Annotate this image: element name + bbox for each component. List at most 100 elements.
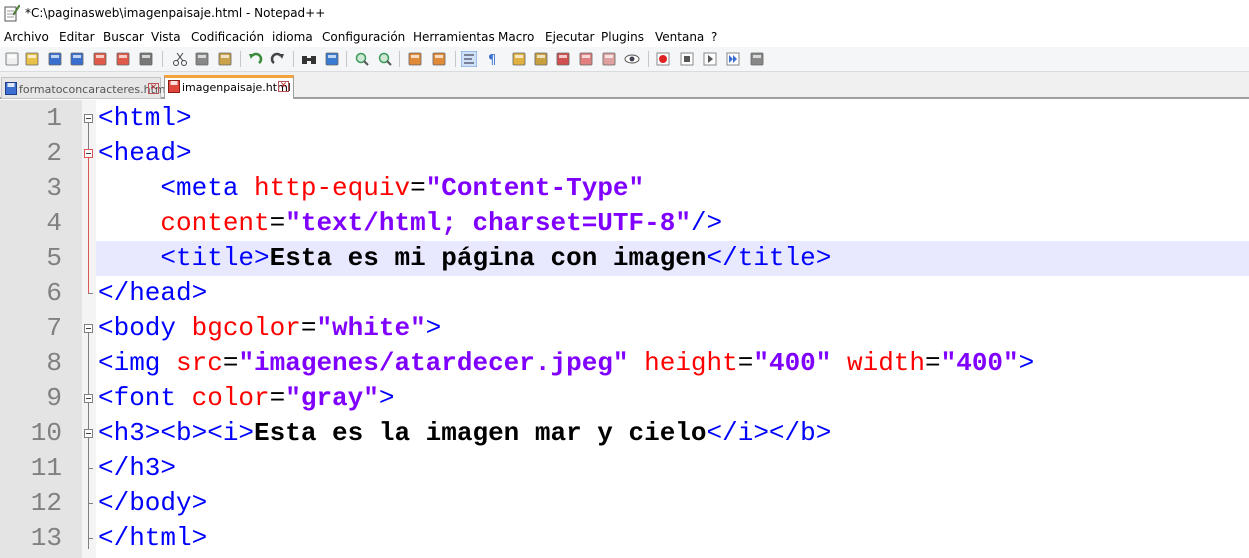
code-text[interactable]: <head> xyxy=(98,136,192,171)
menu-plugins[interactable]: Plugins xyxy=(601,30,644,44)
menu-idioma[interactable]: idioma xyxy=(272,30,313,44)
svg-text:¶: ¶ xyxy=(488,53,496,67)
sync-vertical-icon[interactable] xyxy=(407,51,423,67)
title-bar: *C:\paginasweb\imagenpaisaje.html - Note… xyxy=(0,0,1249,26)
menu-editar[interactable]: Editar xyxy=(59,30,95,44)
menu-ejecutar[interactable]: Ejecutar xyxy=(545,30,595,44)
show-all-chars-icon[interactable]: ¶ xyxy=(485,51,501,68)
code-text[interactable]: content="text/html; charset=UTF-8"/> xyxy=(98,206,722,241)
fold-toggle-icon[interactable] xyxy=(84,394,93,403)
token-eq xyxy=(629,348,645,378)
token-tag: </body> xyxy=(98,488,208,518)
window-title: *C:\paginasweb\imagenpaisaje.html - Note… xyxy=(25,6,326,20)
menu-codificación[interactable]: Codificación xyxy=(191,30,264,44)
token-attr: color xyxy=(191,383,270,413)
toolbar-separator xyxy=(162,51,163,67)
menu-herramientas[interactable]: Herramientas xyxy=(413,30,495,44)
monitor-icon[interactable] xyxy=(624,51,640,67)
menu-configuración[interactable]: Configuración xyxy=(322,30,405,44)
save-all-icon[interactable] xyxy=(69,51,85,67)
fold-toggle-icon[interactable] xyxy=(84,149,93,158)
code-text[interactable]: <font color="gray"> xyxy=(98,381,394,416)
paste-icon[interactable] xyxy=(217,51,233,67)
token-txt: Esta es mi página con imagen xyxy=(269,243,707,273)
code-text[interactable]: </head> xyxy=(98,276,207,311)
run-macro-multiple-icon[interactable] xyxy=(725,51,741,67)
document-map-icon[interactable] xyxy=(578,51,594,67)
line-number: 2 xyxy=(46,138,62,168)
save-icon[interactable] xyxy=(47,51,63,67)
token-eq: = xyxy=(269,208,286,238)
code-text[interactable]: <html> xyxy=(98,101,192,136)
token-tag: <font xyxy=(98,383,192,413)
token-tag: </i></b> xyxy=(706,418,832,448)
code-text[interactable]: <meta http-equiv="Content-Type" xyxy=(98,171,644,206)
close-all-icon[interactable] xyxy=(115,51,131,67)
save-macro-icon[interactable] xyxy=(749,51,765,67)
code-text[interactable]: <title>Esta es mi página con imagen</tit… xyxy=(98,241,831,276)
line-number: 5 xyxy=(46,243,62,273)
menu-vista[interactable]: Vista xyxy=(151,30,181,44)
function-list-icon[interactable] xyxy=(555,51,571,67)
zoom-out-icon[interactable] xyxy=(377,51,393,67)
open-file-icon[interactable] xyxy=(24,51,40,67)
code-text[interactable]: </html> xyxy=(98,521,207,556)
menu-buscar[interactable]: Buscar xyxy=(103,30,144,44)
tab-formatoconcaracteres[interactable]: formatoconcaracteres.html ✕ xyxy=(1,77,169,99)
undo-icon[interactable] xyxy=(247,51,263,67)
token-tag: <html> xyxy=(98,103,192,133)
fold-end-marker xyxy=(88,503,93,504)
folder-workspace-icon[interactable] xyxy=(601,51,617,67)
token-attr: http-equiv xyxy=(254,173,411,203)
line-number: 13 xyxy=(30,523,62,553)
token-eq: = xyxy=(737,348,754,378)
sync-horizontal-icon[interactable] xyxy=(431,51,447,67)
copy-icon[interactable] xyxy=(194,51,210,67)
print-icon[interactable] xyxy=(138,51,154,67)
code-text[interactable]: <body bgcolor="white"> xyxy=(98,311,441,346)
toolbar-separator xyxy=(399,51,400,67)
token-tag: </head> xyxy=(98,278,208,308)
redo-icon[interactable] xyxy=(270,51,286,67)
toolbar: ¶ xyxy=(0,47,1249,72)
indent-guide-icon[interactable] xyxy=(511,51,527,67)
word-wrap-icon[interactable] xyxy=(460,50,478,68)
stop-record-icon[interactable] xyxy=(679,51,695,67)
code-text[interactable]: </h3> xyxy=(98,451,176,486)
code-text[interactable]: <img src="imagenes/atardecer.jpeg" heigh… xyxy=(98,346,1034,381)
tab-imagenpaisaje[interactable]: imagenpaisaje.html ✕ xyxy=(164,75,294,99)
menu-macro[interactable]: Macro xyxy=(498,30,534,44)
menu-archivo[interactable]: Archivo xyxy=(4,30,49,44)
token-eq xyxy=(98,173,160,203)
new-file-icon[interactable] xyxy=(4,51,20,67)
line-number: 3 xyxy=(46,173,62,203)
token-str: "white" xyxy=(316,313,426,343)
close-icon[interactable] xyxy=(92,51,108,67)
replace-icon[interactable] xyxy=(324,51,340,67)
close-tab-icon[interactable]: ✕ xyxy=(278,81,289,92)
play-macro-icon[interactable] xyxy=(702,51,718,67)
menu-help[interactable]: ? xyxy=(711,30,717,44)
cut-icon[interactable] xyxy=(172,51,188,67)
fold-toggle-icon[interactable] xyxy=(84,429,93,438)
code-editor[interactable]: 1 <html> 2 <head> 3 <meta http-equiv="Conten… xyxy=(0,100,1249,558)
token-txt: Esta es la imagen mar y cielo xyxy=(254,418,707,448)
zoom-in-icon[interactable] xyxy=(354,51,370,67)
notepad-plus-plus-icon xyxy=(4,4,20,22)
record-macro-icon[interactable] xyxy=(655,51,671,67)
fold-end-marker xyxy=(88,293,93,294)
fold-toggle-icon[interactable] xyxy=(84,324,93,333)
token-str: "imagenes/atardecer.jpeg" xyxy=(238,348,629,378)
code-text[interactable]: </body> xyxy=(98,486,207,521)
code-text[interactable]: <h3><b><i>Esta es la imagen mar y cielo<… xyxy=(98,416,831,451)
fold-toggle-icon[interactable] xyxy=(84,114,93,123)
token-tag: <meta xyxy=(160,173,255,203)
user-lang-icon[interactable] xyxy=(533,51,549,67)
toolbar-separator xyxy=(455,51,456,67)
find-icon[interactable] xyxy=(301,51,317,67)
menu-ventana[interactable]: Ventana xyxy=(655,30,704,44)
close-tab-icon[interactable]: ✕ xyxy=(148,83,159,94)
code-line[interactable] xyxy=(0,451,1249,486)
token-tag: </h3> xyxy=(98,453,177,483)
menu-bar: Archivo Editar Buscar Vista Codificación idio… xyxy=(0,27,1249,47)
